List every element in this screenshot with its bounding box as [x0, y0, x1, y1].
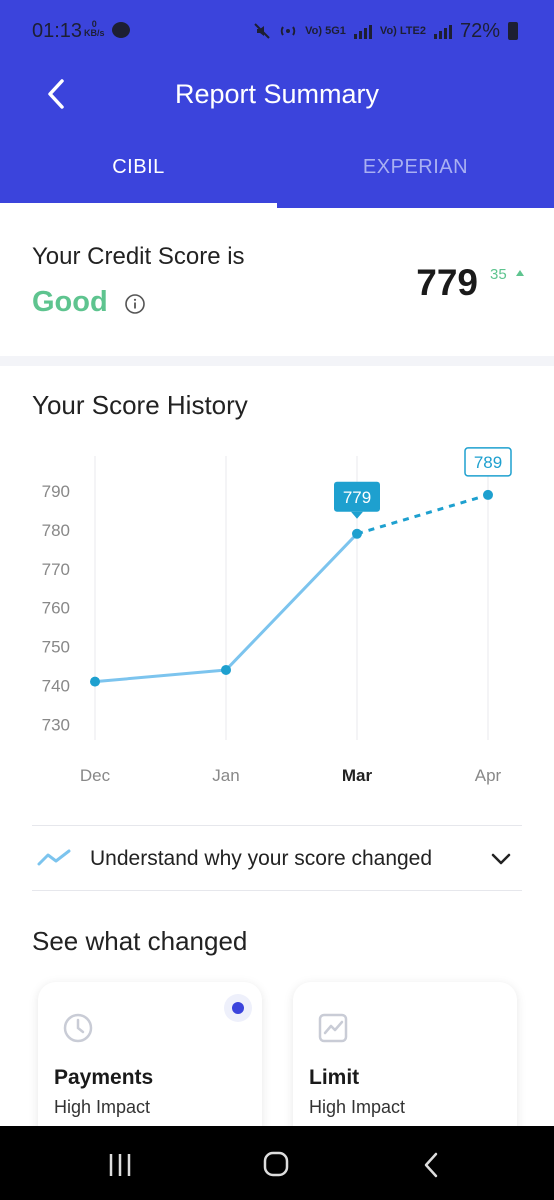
network-label-2: Vo) LTE2 — [379, 25, 426, 37]
status-time: 01:13 — [32, 20, 83, 42]
home-icon[interactable] — [256, 1150, 296, 1180]
x-tick-label: Mar — [342, 766, 373, 785]
payments-card-impact: High Impact — [54, 1097, 151, 1117]
unread-indicator-dot — [232, 1002, 244, 1014]
clock-icon — [63, 1013, 93, 1043]
data-point — [90, 676, 100, 687]
chevron-down-icon[interactable] — [490, 848, 512, 870]
data-point — [221, 664, 231, 675]
understand-score-change-label: Understand why your score changed — [90, 847, 433, 870]
see-what-changed-title: See what changed — [32, 926, 248, 956]
score-history-title: Your Score History — [32, 390, 248, 420]
battery-icon — [508, 22, 518, 40]
data-label-pointer — [351, 511, 363, 519]
y-tick-label: 780 — [42, 521, 70, 540]
limit-card-impact: High Impact — [309, 1097, 406, 1117]
recent-apps-icon[interactable] — [100, 1150, 140, 1180]
x-tick-label: Jan — [212, 766, 239, 785]
y-tick-label: 790 — [42, 482, 70, 501]
y-tick-label: 740 — [42, 677, 70, 696]
data-point — [483, 489, 493, 500]
x-tick-label: Apr — [475, 766, 502, 785]
y-tick-label: 760 — [42, 599, 70, 618]
app-header: 01:13 0 KB/s Vo) 5G1 Vo) LTE2 72% Report… — [0, 0, 554, 208]
network-label-1: Vo) 5G1 — [305, 25, 346, 37]
data-point — [352, 528, 362, 539]
score-change: 35 — [490, 266, 507, 283]
up-arrow-icon — [516, 270, 524, 276]
data-rate-indicator: 0 KB/s — [84, 20, 105, 38]
y-tick-label: 730 — [42, 715, 70, 734]
credit-score-rating: Good — [32, 286, 108, 318]
status-bar: 01:13 0 KB/s Vo) 5G1 Vo) LTE2 72% — [0, 0, 554, 64]
status-icons: Vo) 5G1 Vo) LTE2 72% — [253, 18, 518, 44]
tab-cibil[interactable]: CIBIL — [0, 156, 277, 179]
info-icon[interactable] — [124, 293, 146, 315]
y-tick-label: 750 — [42, 638, 70, 657]
x-tick-label: Dec — [80, 766, 111, 785]
page-title: Report Summary — [174, 79, 380, 109]
limit-card-title: Limit — [309, 1066, 360, 1089]
battery-percent: 72% — [459, 19, 500, 42]
message-notification-icon — [112, 22, 130, 38]
back-nav-icon[interactable] — [412, 1150, 452, 1180]
system-navigation-bar — [0, 1126, 554, 1200]
data-label: 789 — [474, 453, 502, 472]
mute-icon — [254, 23, 270, 39]
credit-score-label: Your Credit Score is — [32, 243, 245, 270]
credit-score-value: 779 — [416, 262, 478, 303]
trend-chart-icon — [318, 1013, 348, 1043]
understand-score-change-row[interactable]: Understand why your score changed — [32, 826, 522, 890]
trend-line-icon — [37, 849, 71, 866]
divider — [32, 890, 522, 891]
payments-card-title: Payments — [54, 1066, 154, 1089]
tab-experian[interactable]: EXPERIAN — [277, 156, 554, 179]
data-label: 779 — [343, 488, 371, 507]
hotspot-icon — [280, 26, 296, 36]
data-rate-unit: KB/s — [84, 28, 105, 38]
score-history-chart: 730 740 750 760 770 780 790 Dec Jan Mar Apr 779 789 — [42, 447, 512, 785]
signal-icon — [433, 23, 452, 39]
signal-icon — [353, 23, 372, 39]
y-tick-label: 770 — [42, 560, 70, 579]
